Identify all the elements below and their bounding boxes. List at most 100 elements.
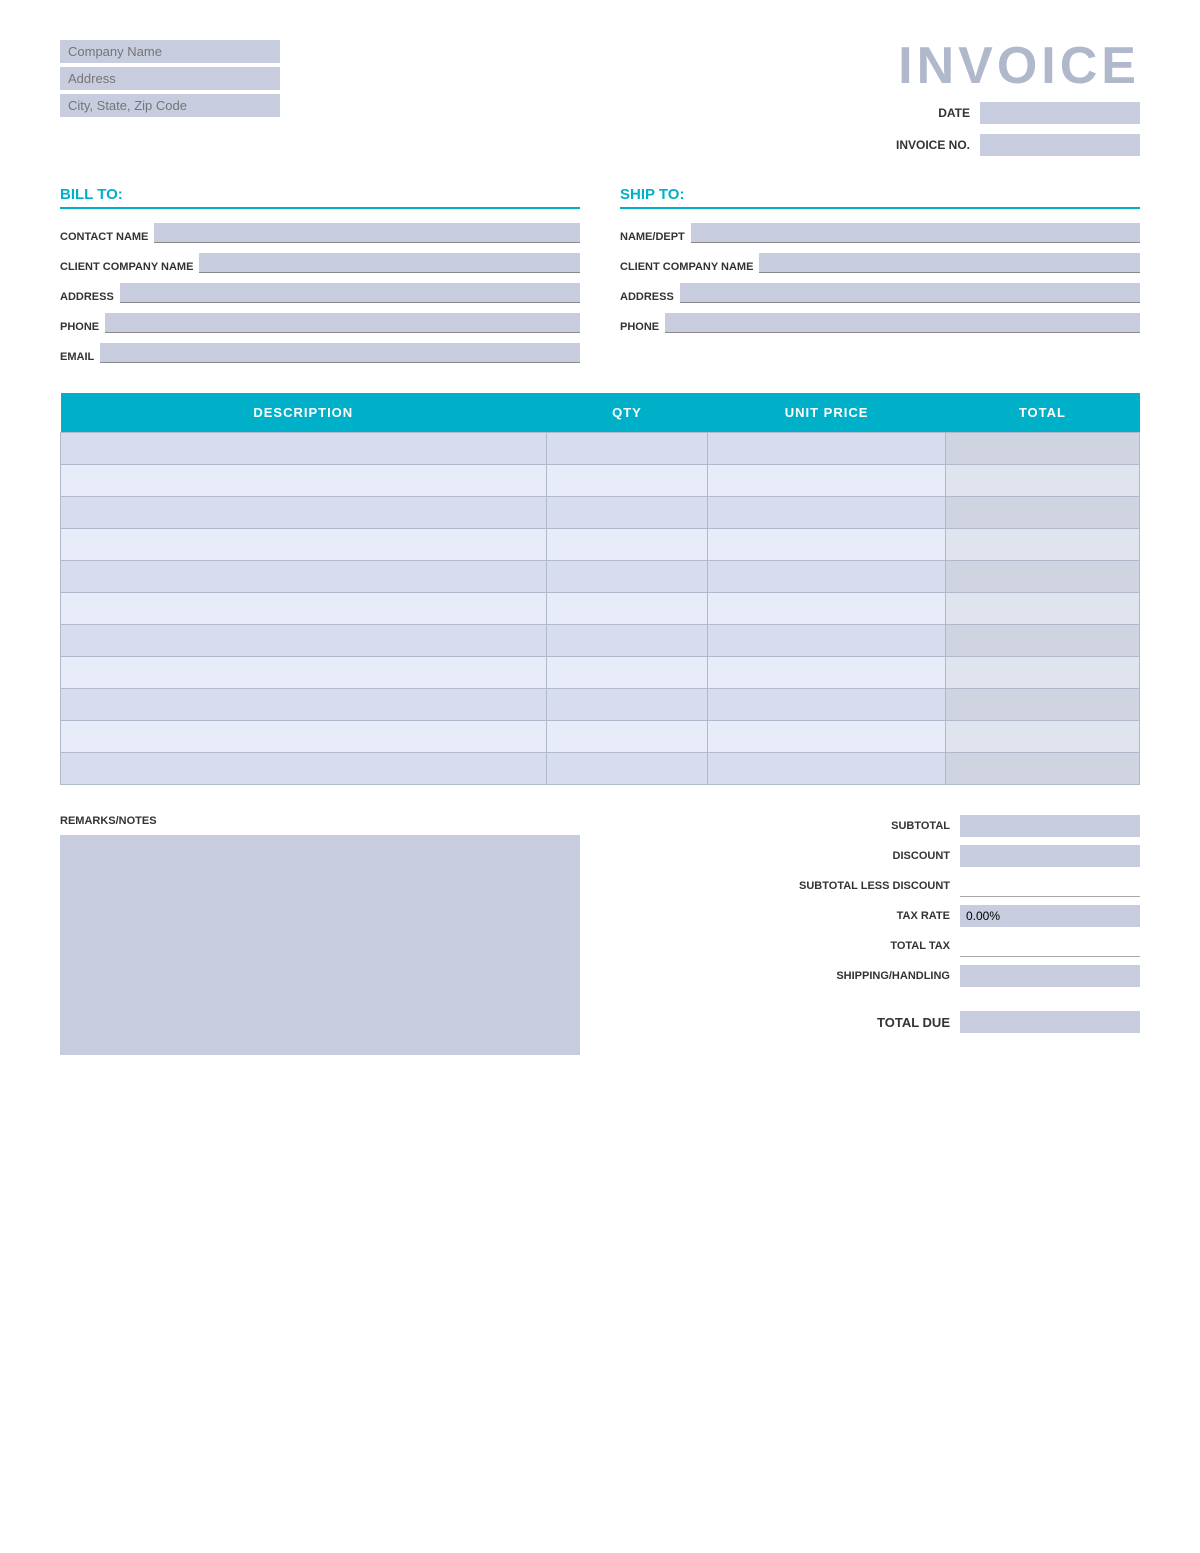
- subtotal-less-discount-input[interactable]: [960, 875, 1140, 897]
- company-city-input[interactable]: [60, 94, 280, 117]
- unit-price-cell-input[interactable]: [716, 501, 936, 524]
- qty-cell: [546, 529, 708, 561]
- unit-price-cell-input[interactable]: [716, 437, 936, 460]
- total-cell-input[interactable]: [954, 501, 1131, 524]
- qty-cell-input[interactable]: [555, 629, 700, 652]
- unit-price-cell-input[interactable]: [716, 757, 936, 780]
- total-cell-input[interactable]: [954, 629, 1131, 652]
- subtotal-input[interactable]: [960, 815, 1140, 837]
- desc-cell-input[interactable]: [69, 629, 538, 652]
- total-cell: [945, 497, 1139, 529]
- unit-price-cell-input[interactable]: [716, 565, 936, 588]
- unit-price-cell-input[interactable]: [716, 661, 936, 684]
- table-row: [61, 657, 1140, 689]
- qty-cell-input[interactable]: [555, 693, 700, 716]
- qty-cell: [546, 561, 708, 593]
- company-name-input[interactable]: [60, 40, 280, 63]
- total-due-input[interactable]: [960, 1011, 1140, 1033]
- discount-input[interactable]: [960, 845, 1140, 867]
- qty-cell-input[interactable]: [555, 533, 700, 556]
- invoice-no-row: INVOICE NO.: [880, 134, 1140, 156]
- bill-to-title: BILL TO:: [60, 186, 580, 209]
- subtotal-less-discount-row: SUBTOTAL LESS DISCOUNT: [620, 875, 1140, 897]
- ship-address-label: ADDRESS: [620, 291, 674, 303]
- table-row: [61, 625, 1140, 657]
- total-cell: [945, 625, 1139, 657]
- ship-name-input[interactable]: [691, 223, 1140, 243]
- qty-cell: [546, 689, 708, 721]
- qty-cell-input[interactable]: [555, 501, 700, 524]
- date-input[interactable]: [980, 102, 1140, 124]
- bill-contact-input[interactable]: [154, 223, 580, 243]
- unit-price-cell-input[interactable]: [716, 725, 936, 748]
- desc-cell-input[interactable]: [69, 469, 538, 492]
- remarks-label: REMARKS/NOTES: [60, 815, 580, 827]
- desc-cell: [61, 529, 547, 561]
- total-cell-input[interactable]: [954, 725, 1131, 748]
- ship-phone-input[interactable]: [665, 313, 1140, 333]
- total-cell-input[interactable]: [954, 693, 1131, 716]
- unit-price-cell: [708, 753, 945, 785]
- company-address-input[interactable]: [60, 67, 280, 90]
- total-cell: [945, 561, 1139, 593]
- table-row: [61, 593, 1140, 625]
- table-row: [61, 561, 1140, 593]
- col-unit-price: UNIT PRICE: [708, 393, 945, 433]
- qty-cell-input[interactable]: [555, 757, 700, 780]
- unit-price-cell: [708, 625, 945, 657]
- bill-email-label: EMAIL: [60, 351, 94, 363]
- desc-cell-input[interactable]: [69, 533, 538, 556]
- total-cell-input[interactable]: [954, 757, 1131, 780]
- total-cell: [945, 465, 1139, 497]
- total-cell: [945, 689, 1139, 721]
- desc-cell-input[interactable]: [69, 565, 538, 588]
- total-cell-input[interactable]: [954, 533, 1131, 556]
- unit-price-cell: [708, 561, 945, 593]
- total-cell-input[interactable]: [954, 437, 1131, 460]
- total-tax-input[interactable]: [960, 935, 1140, 957]
- desc-cell-input[interactable]: [69, 725, 538, 748]
- shipping-input[interactable]: [960, 965, 1140, 987]
- total-cell: [945, 593, 1139, 625]
- total-cell-input[interactable]: [954, 661, 1131, 684]
- bill-phone-row: PHONE: [60, 313, 580, 333]
- desc-cell-input[interactable]: [69, 757, 538, 780]
- bill-email-input[interactable]: [100, 343, 580, 363]
- unit-price-cell: [708, 593, 945, 625]
- desc-cell-input[interactable]: [69, 693, 538, 716]
- total-cell-input[interactable]: [954, 469, 1131, 492]
- invoice-no-input[interactable]: [980, 134, 1140, 156]
- unit-price-cell-input[interactable]: [716, 693, 936, 716]
- qty-cell-input[interactable]: [555, 469, 700, 492]
- qty-cell-input[interactable]: [555, 661, 700, 684]
- qty-cell-input[interactable]: [555, 597, 700, 620]
- subtotal-less-discount-label: SUBTOTAL LESS DISCOUNT: [770, 880, 950, 892]
- desc-cell-input[interactable]: [69, 597, 538, 620]
- col-description: DESCRIPTION: [61, 393, 547, 433]
- unit-price-cell-input[interactable]: [716, 533, 936, 556]
- ship-company-input[interactable]: [759, 253, 1140, 273]
- tax-rate-row: TAX RATE: [620, 905, 1140, 927]
- unit-price-cell-input[interactable]: [716, 629, 936, 652]
- desc-cell-input[interactable]: [69, 437, 538, 460]
- shipping-label: SHIPPING/HANDLING: [770, 970, 950, 982]
- tax-rate-input[interactable]: [960, 905, 1140, 927]
- ship-address-input[interactable]: [680, 283, 1140, 303]
- qty-cell-input[interactable]: [555, 437, 700, 460]
- qty-cell: [546, 625, 708, 657]
- desc-cell-input[interactable]: [69, 501, 538, 524]
- total-cell: [945, 721, 1139, 753]
- unit-price-cell-input[interactable]: [716, 597, 936, 620]
- unit-price-cell-input[interactable]: [716, 469, 936, 492]
- bill-address-input[interactable]: [120, 283, 580, 303]
- ship-to-section: SHIP TO: NAME/DEPT CLIENT COMPANY NAME A…: [620, 186, 1140, 373]
- qty-cell-input[interactable]: [555, 565, 700, 588]
- total-cell-input[interactable]: [954, 597, 1131, 620]
- bill-company-input[interactable]: [199, 253, 580, 273]
- table-header: DESCRIPTION QTY UNIT PRICE TOTAL: [61, 393, 1140, 433]
- bill-phone-input[interactable]: [105, 313, 580, 333]
- desc-cell-input[interactable]: [69, 661, 538, 684]
- total-cell-input[interactable]: [954, 565, 1131, 588]
- remarks-textarea[interactable]: [60, 835, 580, 1055]
- qty-cell-input[interactable]: [555, 725, 700, 748]
